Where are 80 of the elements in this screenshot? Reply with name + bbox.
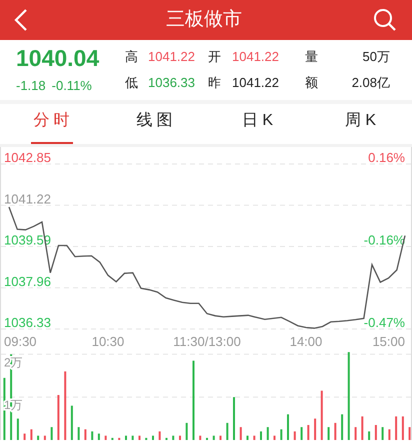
- volume-bar: [30, 429, 32, 440]
- stat-value: 50万: [362, 48, 390, 66]
- time-label: 15:00: [372, 334, 405, 349]
- volume-bar: [226, 422, 228, 440]
- stat-label: 低: [125, 74, 139, 92]
- volume-bar: [300, 427, 303, 440]
- volume-bar: [37, 436, 40, 440]
- volume-bar: [240, 427, 242, 440]
- volume-bar: [78, 427, 80, 440]
- chart-tab[interactable]: 分 时: [30, 109, 72, 144]
- axis-label: 1036.33: [4, 315, 51, 330]
- volume-bar: [212, 436, 215, 440]
- volume-bar: [24, 434, 26, 440]
- window-title: 三板做市: [166, 8, 242, 32]
- stat-label: 高: [125, 48, 139, 66]
- volume-bar: [294, 431, 296, 440]
- volume-bar: [186, 422, 188, 440]
- volume-bar: [57, 395, 60, 440]
- price-change: -1.18: [16, 77, 46, 96]
- volume-bar: [132, 436, 134, 440]
- volume-bar: [266, 427, 269, 440]
- axis-label: 1042.85: [4, 150, 51, 165]
- volume-bar: [307, 425, 310, 440]
- volume-bar: [382, 427, 384, 440]
- volume-bar: [199, 436, 202, 440]
- volume-bar: [98, 434, 100, 440]
- chart-tab[interactable]: 周 K: [340, 109, 382, 144]
- volume-bar: [50, 427, 53, 440]
- stat-label: 量: [305, 48, 319, 66]
- stat-value: 1041.22: [232, 74, 280, 92]
- stat-value: 1036.33: [148, 74, 196, 92]
- volume-bar: [354, 427, 357, 440]
- axis-label: -0.47%: [364, 315, 405, 330]
- search-icon: [373, 8, 397, 32]
- volume-bar: [280, 429, 282, 440]
- volume-bar: [395, 416, 398, 440]
- volume-bar: [314, 418, 316, 440]
- chart-tab[interactable]: 日 K: [236, 109, 278, 144]
- volume-bar: [320, 390, 323, 440]
- volume-bar: [70, 406, 73, 440]
- volume-bar: [341, 414, 344, 440]
- chart-tab[interactable]: 线 图: [134, 109, 176, 144]
- stat-value: 2.08亿: [350, 74, 390, 92]
- volume-bar: [145, 438, 148, 440]
- stat-label: 开: [208, 48, 222, 66]
- volume-bar: [253, 436, 256, 440]
- stat-label: 额: [305, 74, 319, 92]
- volume-bar: [328, 427, 330, 440]
- volume-bar: [44, 436, 46, 440]
- volume-bar: [388, 429, 390, 440]
- volume-bar: [84, 429, 86, 440]
- time-label: 14:00: [290, 334, 322, 349]
- current-price: 1040.04: [16, 44, 100, 72]
- axis-label: 1037.96: [4, 274, 51, 289]
- volume-bar: [334, 422, 336, 440]
- search-button[interactable]: [372, 7, 398, 33]
- volume-bar: [158, 431, 161, 440]
- volume-bar: [111, 438, 114, 440]
- back-icon: [14, 8, 28, 32]
- volume-bar: [361, 416, 364, 440]
- volume-bar: [64, 371, 66, 440]
- stat-value: 1041.22: [148, 48, 196, 66]
- volume-bar: [172, 436, 174, 440]
- axis-label: 0.16%: [368, 150, 405, 165]
- volume-bar: [91, 431, 94, 440]
- volume-bar: [368, 431, 370, 440]
- volume-bar: [104, 436, 107, 440]
- volume-bar: [408, 427, 411, 440]
- stat-value: 1041.22: [232, 48, 280, 66]
- volume-bar: [402, 416, 404, 440]
- stat-label: 昨: [208, 74, 222, 92]
- time-label: 11:30/13:00: [173, 334, 241, 349]
- volume-bar: [3, 378, 6, 440]
- percent-change: -0.11%: [52, 77, 92, 96]
- axis-label: 1041.22: [4, 191, 51, 206]
- volume-bar: [374, 425, 377, 440]
- time-label: 09:30: [4, 334, 37, 349]
- volume-bar: [118, 438, 120, 440]
- time-label: 10:30: [92, 334, 124, 349]
- volume-bar: [16, 418, 19, 440]
